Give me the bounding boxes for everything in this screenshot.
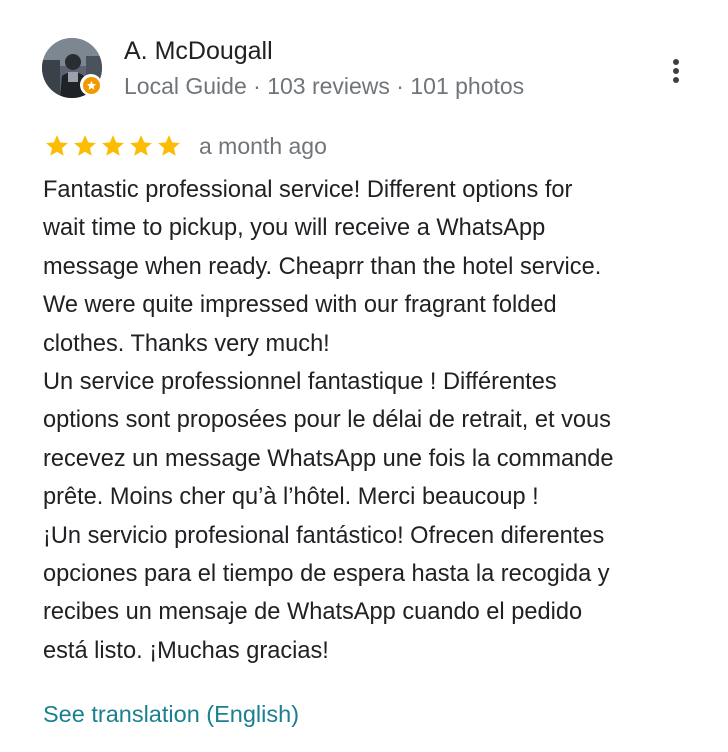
star-icon	[158, 135, 180, 156]
see-translation-link[interactable]: See translation (English)	[43, 697, 299, 731]
review-text-line: recibes un mensaje de WhatsApp cuando el…	[43, 599, 583, 626]
review-text-line: está listo. ¡Muchas gracias!	[43, 637, 329, 664]
author-meta: Local Guide · 103 reviews · 101 photos	[124, 73, 525, 99]
star-icon	[130, 135, 152, 156]
review-text-line: message when ready. Cheaprr than the hot…	[43, 253, 602, 280]
review-card: A. McDougall Local Guide · 103 reviews ·…	[0, 0, 728, 752]
star-icon	[46, 135, 68, 156]
review-date: a month ago	[199, 133, 327, 159]
review-text-line: options sont proposées pour le délai de …	[43, 407, 611, 434]
star-icon	[102, 135, 124, 156]
review-text: Fantastic professional service! Differen…	[43, 171, 703, 670]
star-rating	[44, 133, 182, 159]
review-text-line: prête. Moins cher qu’à l’hôtel. Merci be…	[43, 484, 539, 511]
more-options-button[interactable]	[660, 54, 692, 88]
review-text-line: wait time to pickup, you will receive a …	[43, 215, 546, 242]
rating-row: a month ago	[44, 129, 327, 163]
review-text-line: ¡Un servicio profesional fantástico! Ofr…	[43, 522, 605, 549]
review-text-line: Fantastic professional service! Differen…	[43, 177, 573, 203]
more-vertical-icon	[673, 59, 679, 83]
review-text-line: recevez un message WhatsApp une fois la …	[43, 445, 614, 472]
review-text-line: We were quite impressed with our fragran…	[43, 292, 557, 319]
local-guide-badge-icon	[80, 74, 102, 96]
star-icon	[74, 135, 96, 156]
review-text-line: clothes. Thanks very much!	[43, 330, 330, 357]
author-name[interactable]: A. McDougall	[124, 35, 273, 67]
review-text-line: Un service professionnel fantastique ! D…	[43, 368, 557, 395]
review-text-line: opciones para el tiempo de espera hasta …	[43, 560, 610, 587]
